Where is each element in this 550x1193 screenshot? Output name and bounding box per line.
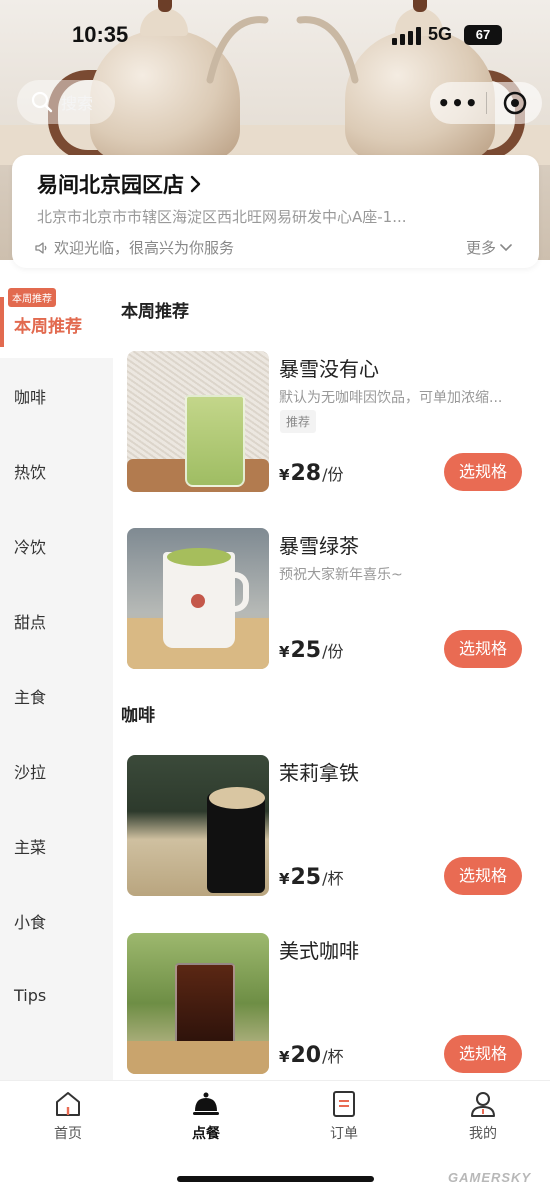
store-notice: 欢迎光临，很高兴为你服务 [34,237,234,258]
price-currency: ¥ [279,870,290,888]
speaker-icon [35,241,47,254]
product-image [127,351,269,492]
price-value: 25 [290,865,322,890]
price-currency: ¥ [279,466,290,484]
network-type: 5G [428,24,453,44]
tab-home[interactable]: 首页 [23,1089,113,1143]
price-unit: /杯 [322,869,344,888]
target-circle-icon[interactable] [487,91,542,115]
sidebar-item-staple[interactable]: 主食 [0,658,113,733]
tab-orders[interactable]: 订单 [299,1089,389,1143]
price-unit: /份 [322,465,344,484]
store-name: 易间北京园区店 [37,173,184,197]
tab-label: 订单 [330,1126,358,1142]
sidebar-item-label: 沙拉 [14,762,47,782]
sidebar-item-label: 热饮 [14,462,47,482]
tab-label: 点餐 [192,1126,220,1142]
sidebar-item-label: 主菜 [14,837,47,857]
signal-icon [392,27,422,45]
sidebar-item-coffee[interactable]: 咖啡 [0,358,113,433]
section-title: 咖啡 [121,706,155,726]
tab-label: 我的 [469,1126,497,1142]
order-list-icon [333,1091,355,1117]
store-card: 易间北京园区店 北京市北京市市辖区海淀区西北旺网易研发中心A座-1... 欢迎光… [12,155,539,268]
sidebar-item-label: Tips [14,986,47,1005]
price-value: 25 [290,638,322,663]
price-unit: /杯 [322,1047,344,1066]
tab-label: 首页 [54,1126,82,1142]
price-unit: /份 [322,642,344,661]
select-spec-button[interactable]: 选规格 [444,630,522,668]
search-placeholder: 搜索 [61,94,94,113]
sidebar-item-cold-drinks[interactable]: 冷饮 [0,508,113,583]
price-value: 28 [290,461,322,486]
sidebar-item-tips[interactable]: Tips [0,958,113,1033]
store-name-link[interactable]: 易间北京园区店 [37,169,202,199]
sidebar-item-label: 本周推荐 [14,317,82,337]
cloche-icon [193,1092,219,1115]
product-price: ¥ 25 /杯 [279,865,343,890]
select-spec-button[interactable]: 选规格 [444,857,522,895]
more-dots-icon[interactable]: ••• [430,82,486,124]
price-currency: ¥ [279,643,290,661]
chevron-down-icon [500,243,512,251]
product-image [127,933,269,1074]
search-icon [31,91,53,113]
product-item[interactable]: 美式咖啡 ¥ 20 /杯 选规格 [113,933,550,1078]
sidebar-item-label: 甜点 [14,612,47,632]
sidebar-item-desserts[interactable]: 甜点 [0,583,113,658]
store-address: 北京市北京市市辖区海淀区西北旺网易研发中心A座-1... [37,208,407,226]
status-time: 10:35 [72,22,129,47]
sidebar-item-label: 小食 [14,912,47,932]
home-indicator[interactable] [177,1176,374,1182]
tab-order-food[interactable]: 点餐 [161,1089,251,1143]
product-tag: 推荐 [280,410,317,433]
sidebar-item-weekly[interactable]: 本周推荐 本周推荐 [0,283,113,358]
sidebar-item-label: 冷饮 [14,537,47,557]
sidebar-item-hot-drinks[interactable]: 热饮 [0,433,113,508]
search-button[interactable]: 搜索 [17,80,115,124]
product-image [127,528,269,669]
select-spec-button[interactable]: 选规格 [444,1035,522,1073]
sidebar-item-salad[interactable]: 沙拉 [0,733,113,808]
product-desc: 默认为无咖啡因饮品，可单加浓缩... [279,390,503,406]
product-desc: 预祝大家新年喜乐~ [279,567,403,583]
status-bar: 10:35 5G 67 [0,0,550,70]
store-more-label: 更多 [465,239,496,257]
section-title: 本周推荐 [121,302,189,322]
sidebar-item-label: 主食 [14,687,47,707]
product-item[interactable]: 暴雪没有心 默认为无咖啡因饮品，可单加浓缩... 推荐 ¥ 28 /份 选规格 [113,351,550,496]
select-spec-button[interactable]: 选规格 [444,453,522,491]
miniprogram-capsule: ••• [430,82,542,124]
sidebar-item-snacks[interactable]: 小食 [0,883,113,958]
product-name: 暴雪绿茶 [279,534,359,558]
product-list: 本周推荐 暴雪没有心 默认为无咖啡因饮品，可单加浓缩... 推荐 ¥ 28 /份… [113,283,550,1080]
store-more-button[interactable]: 更多 [466,237,513,258]
price-currency: ¥ [279,1048,290,1066]
tab-profile[interactable]: 我的 [438,1089,528,1143]
category-sidebar: 本周推荐 本周推荐 咖啡 热饮 冷饮 甜点 主食 沙拉 主菜 小食 Tips [0,283,113,1080]
profile-icon [471,1092,495,1117]
sidebar-item-main[interactable]: 主菜 [0,808,113,883]
product-item[interactable]: 茉莉拿铁 ¥ 25 /杯 选规格 [113,755,550,900]
product-price: ¥ 20 /杯 [279,1043,343,1068]
chevron-right-icon [190,175,201,193]
store-notice-text: 欢迎光临，很高兴为你服务 [54,239,235,257]
product-name: 茉莉拿铁 [279,761,359,785]
product-name: 暴雪没有心 [279,357,379,381]
product-image [127,755,269,896]
product-name: 美式咖啡 [279,939,359,963]
product-price: ¥ 28 /份 [279,461,343,486]
category-badge: 本周推荐 [8,288,56,307]
price-value: 20 [290,1043,322,1068]
product-item[interactable]: 暴雪绿茶 预祝大家新年喜乐~ ¥ 25 /份 选规格 [113,528,550,673]
battery-icon: 67 [464,25,502,45]
watermark: GAMERSKY [448,1170,532,1185]
home-icon [56,1092,80,1116]
product-price: ¥ 25 /份 [279,638,343,663]
sidebar-item-label: 咖啡 [14,387,47,407]
